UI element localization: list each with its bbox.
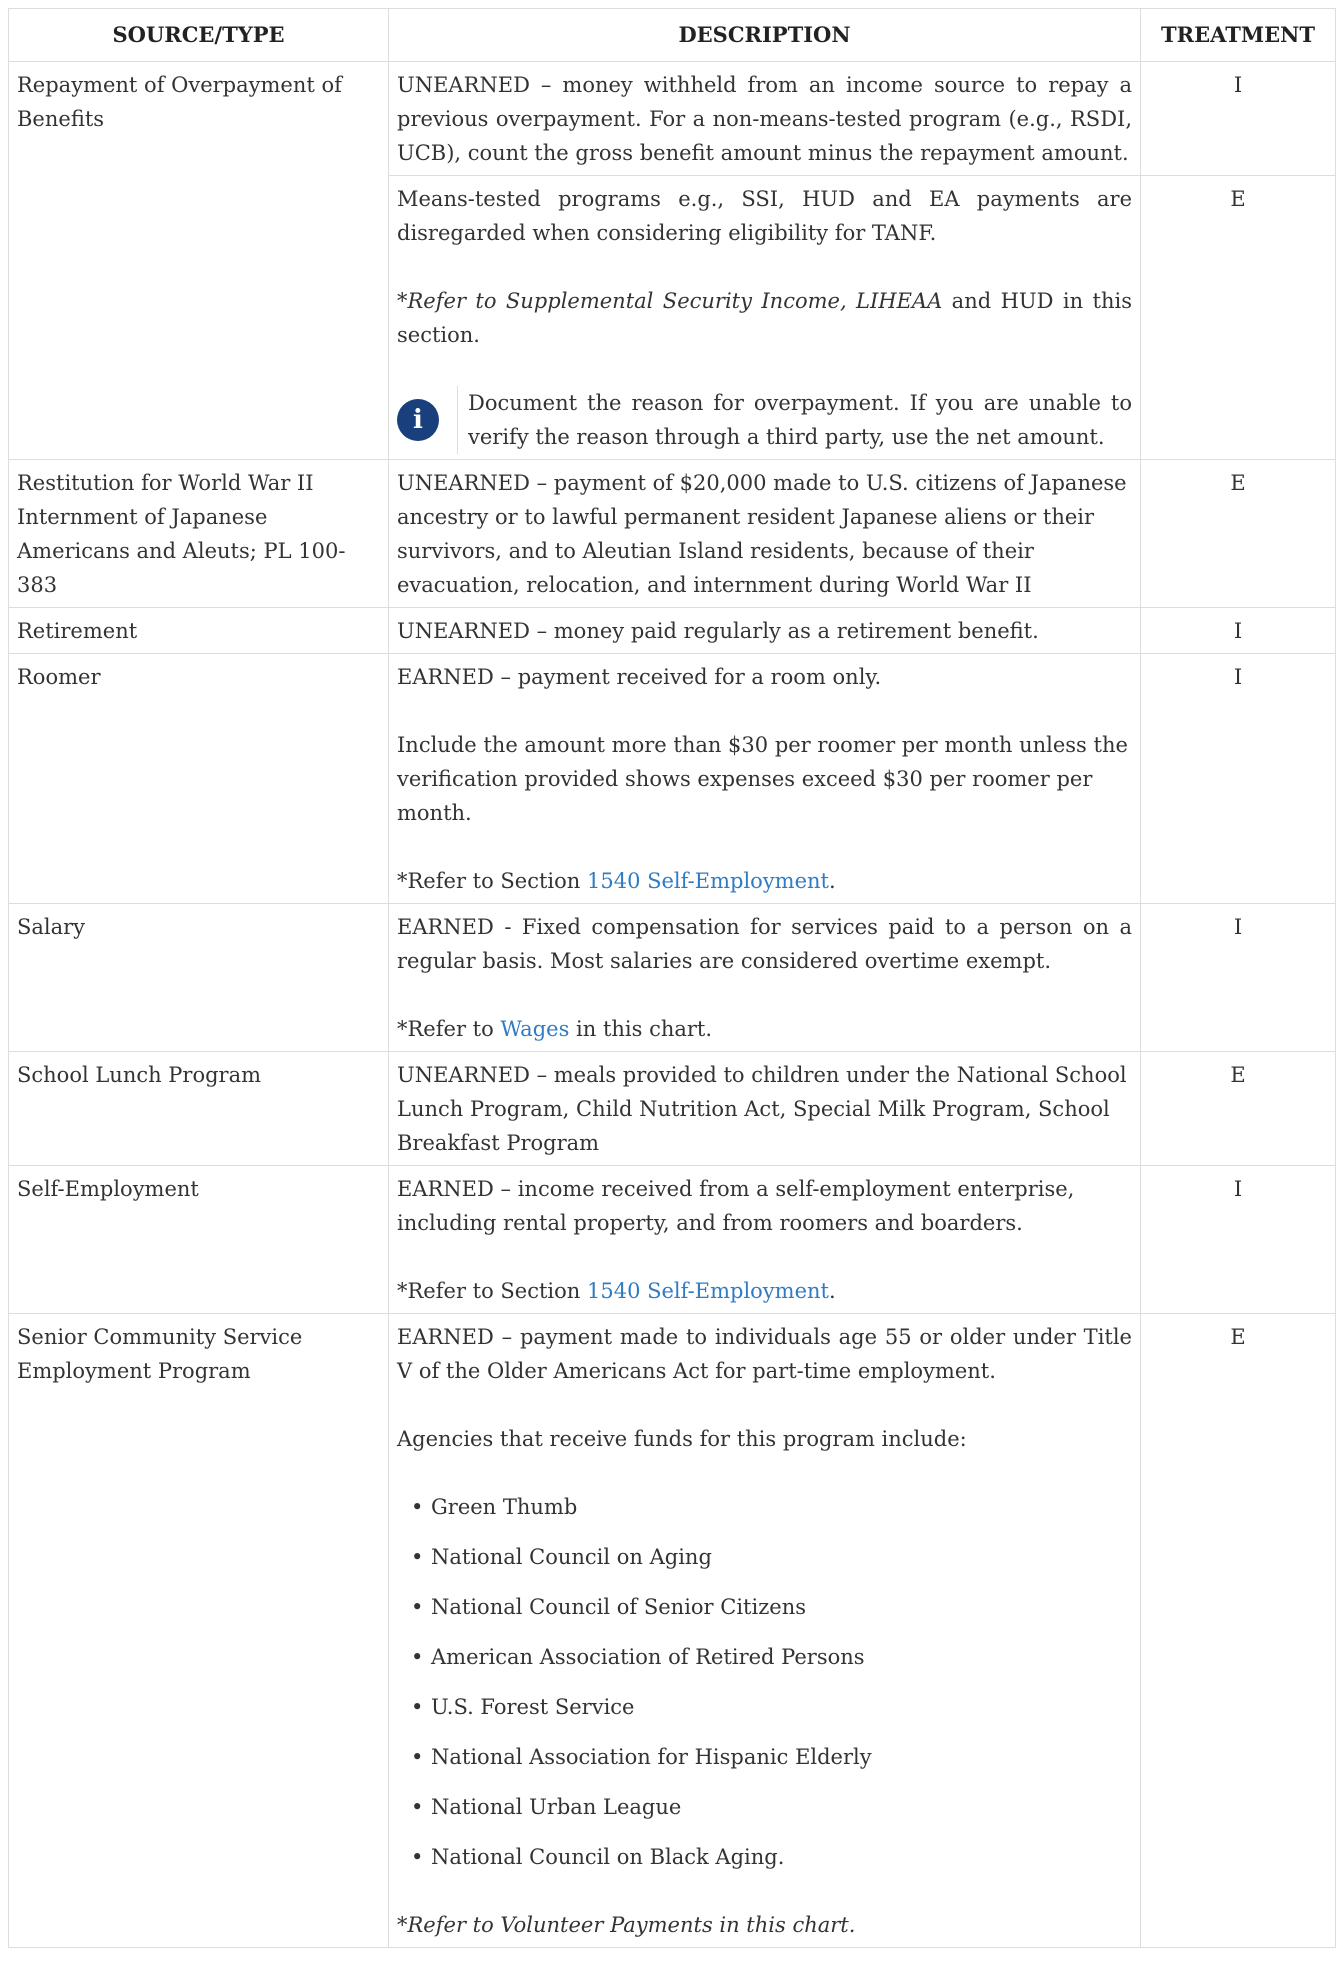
description-cell: EARNED - Fixed compensation for services… [388,903,1141,1052]
header-treatment: TREATMENT [1140,8,1336,62]
source-cell: School Lunch Program [8,1051,389,1166]
note-text: Document the reason for overpayment. If … [457,386,1132,454]
table-row: Self-Employment EARNED – income received… [8,1165,1336,1314]
self-employment-link[interactable]: 1540 Self-Employment [587,1279,829,1303]
treatment-cell: E [1140,1051,1336,1166]
refer-text: *Refer to Supplemental Security Income, … [397,284,1132,352]
refer-italic: *Refer to Supplemental Security Income, … [397,289,943,313]
refer-text: *Refer to Volunteer Payments in this cha… [397,1908,1132,1942]
wages-link[interactable]: Wages [500,1017,569,1041]
description-cell: EARNED – income received from a self-emp… [388,1165,1141,1314]
refer-suffix: in this chart. [569,1017,713,1041]
refer-text: *Refer to Wages in this chart. [397,1012,1132,1046]
refer-suffix: . [828,869,836,893]
admonition-note: i Document the reason for overpayment. I… [397,386,1132,454]
list-item: • Green Thumb [411,1495,578,1519]
refer-suffix: . [828,1279,836,1303]
refer-prefix: *Refer to Section [397,869,587,893]
list-item: • American Association of Retired Persons [411,1645,865,1669]
description-text: Means-tested programs e.g., SSI, HUD and… [397,187,1132,245]
refer-text: *Refer to Section 1540 Self-Employment. [397,864,1132,898]
description-text: EARNED – payment made to individuals age… [397,1325,1132,1383]
source-cell: Restitution for World War II Internment … [8,459,389,608]
header-source: SOURCE/TYPE [8,8,389,62]
description-cell: UNEARNED – payment of $20,000 made to U.… [388,459,1141,608]
table-row: School Lunch Program UNEARNED – meals pr… [8,1051,1336,1166]
list-item: • National Council on Aging [411,1545,712,1569]
description-cell: UNEARNED – money paid regularly as a ret… [388,607,1141,654]
table-row: Restitution for World War II Internment … [8,459,1336,608]
description-cell: EARNED – payment received for a room onl… [388,653,1141,904]
refer-prefix: *Refer to Section [397,1279,587,1303]
source-cell: Repayment of Overpayment of Benefits [8,61,389,460]
refer-text: *Refer to Section 1540 Self-Employment. [397,1274,1132,1308]
refer-prefix: * [397,1913,408,1937]
treatment-cell: I [1140,61,1336,176]
description-text: EARNED – payment received for a room onl… [397,665,882,689]
list-item: • National Council of Senior Citizens [411,1595,806,1619]
list-item: • U.S. Forest Service [411,1695,635,1719]
description-text: UNEARNED – money withheld from an income… [397,73,1132,165]
source-cell: Roomer [8,653,389,904]
info-icon: i [397,399,439,441]
treatment-cell: E [1140,459,1336,608]
treatment-cell: I [1140,653,1336,904]
description-text: UNEARNED – payment of $20,000 made to U.… [397,471,1127,597]
description-cell: UNEARNED – money withheld from an income… [388,61,1141,176]
agency-list: • Green Thumb • National Council on Aging … [397,1490,1132,1874]
source-cell: Senior Community Service Employment Prog… [8,1313,389,1948]
treatment-cell: E [1140,175,1336,460]
description-cell: Means-tested programs e.g., SSI, HUD and… [388,175,1141,460]
header-description: DESCRIPTION [388,8,1141,62]
table-row: Roomer EARNED – payment received for a r… [8,653,1336,904]
description-text: EARNED – income received from a self-emp… [397,1177,1075,1235]
description-cell: UNEARNED – meals provided to children un… [388,1051,1141,1166]
source-cell: Retirement [8,607,389,654]
table-header-row: SOURCE/TYPE DESCRIPTION TREATMENT [8,8,1336,62]
treatment-cell: E [1140,1313,1336,1948]
list-item: • National Association for Hispanic Elder… [411,1745,872,1769]
list-item: • National Council on Black Aging. [411,1845,785,1869]
treatment-cell: I [1140,1165,1336,1314]
table-row: Retirement UNEARNED – money paid regular… [8,607,1336,654]
source-cell: Self-Employment [8,1165,389,1314]
table-row: Senior Community Service Employment Prog… [8,1313,1336,1948]
description-text: EARNED - Fixed compensation for services… [397,915,1132,973]
refer-italic: Refer to Volunteer Payments in this char… [407,1913,856,1937]
list-item: • National Urban League [411,1795,682,1819]
treatment-cell: I [1140,903,1336,1052]
treatment-cell: I [1140,607,1336,654]
table-row: Salary EARNED - Fixed compensation for s… [8,903,1336,1052]
refer-prefix: *Refer to [397,1017,501,1041]
description-text: UNEARNED – money paid regularly as a ret… [397,619,1039,643]
description-cell: EARNED – payment made to individuals age… [388,1313,1141,1948]
table-row: Repayment of Overpayment of Benefits UNE… [8,61,1336,460]
description-text: Agencies that receive funds for this pro… [397,1427,967,1451]
self-employment-link[interactable]: 1540 Self-Employment [587,869,829,893]
description-text: UNEARNED – meals provided to children un… [397,1063,1127,1155]
income-table: SOURCE/TYPE DESCRIPTION TREATMENT Repaym… [8,8,1336,1948]
description-text: Include the amount more than $30 per roo… [397,733,1128,825]
source-cell: Salary [8,903,389,1052]
